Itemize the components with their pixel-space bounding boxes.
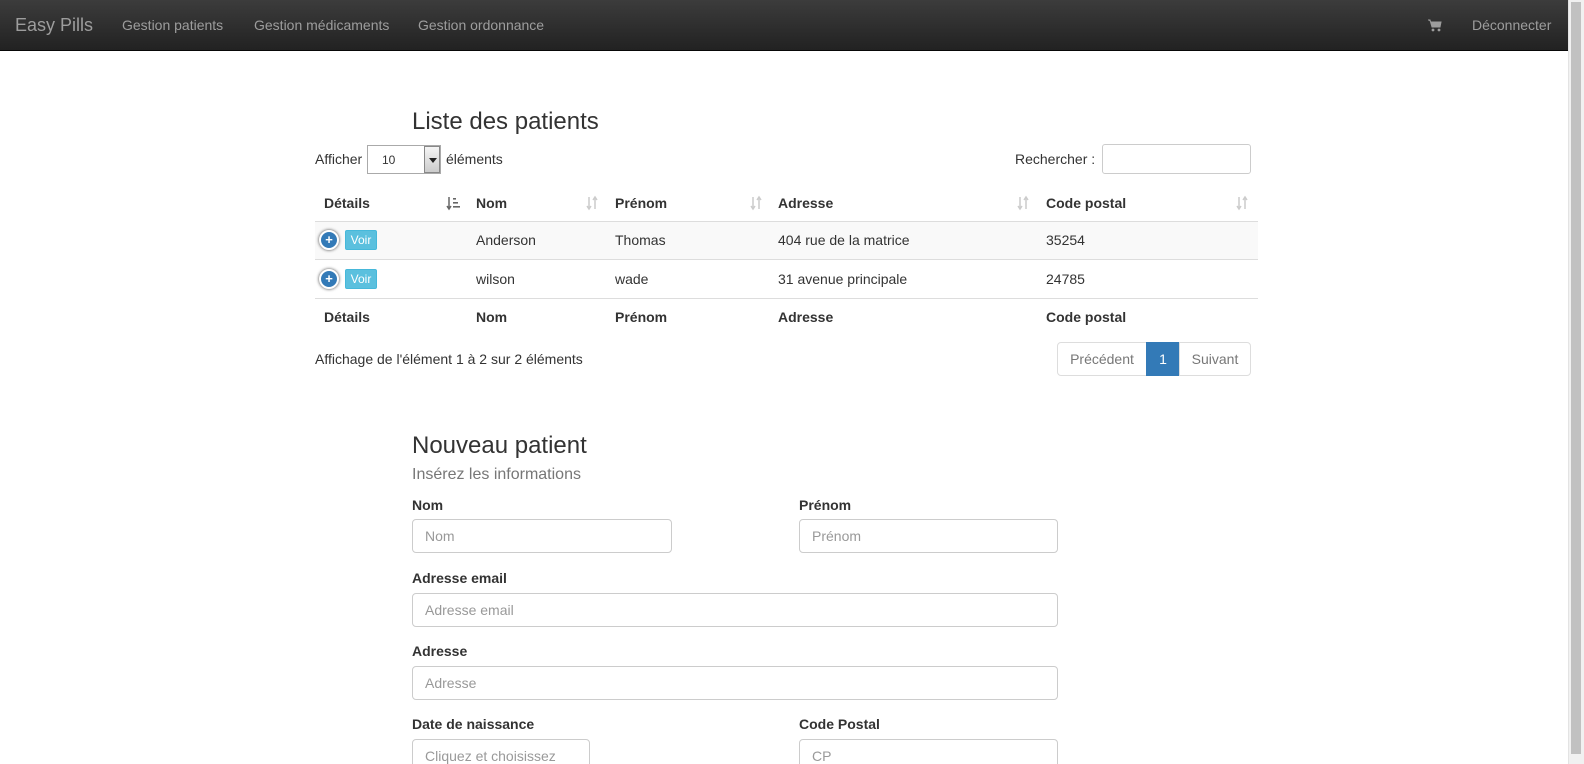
- column-footer-prenom: Prénom: [615, 309, 668, 325]
- date-naissance-label: Date de naissance: [412, 716, 535, 732]
- expand-row-plus-icon[interactable]: +: [319, 230, 339, 250]
- nom-field[interactable]: [412, 519, 672, 553]
- view-patient-button[interactable]: Voir: [345, 269, 377, 289]
- column-footer-nom: Nom: [476, 309, 508, 325]
- row-divider: [315, 298, 1258, 299]
- patients-list-title: Liste des patients: [412, 108, 599, 135]
- prenom-field[interactable]: [799, 519, 1058, 553]
- cell-code-postal: 35254: [1046, 232, 1085, 248]
- code-postal-label: Code Postal: [799, 716, 880, 732]
- column-footer-details: Détails: [324, 309, 370, 325]
- column-footer-code-postal: Code postal: [1046, 309, 1127, 325]
- sort-icon[interactable]: [585, 195, 599, 211]
- pagination-page-button[interactable]: 1: [1146, 342, 1180, 376]
- sort-icon[interactable]: [749, 195, 763, 211]
- column-header-nom[interactable]: Nom: [476, 195, 507, 211]
- email-label: Adresse email: [412, 570, 507, 586]
- pagination-next-button[interactable]: Suivant: [1179, 342, 1251, 376]
- column-header-code-postal[interactable]: Code postal: [1046, 195, 1126, 211]
- expand-row-plus-icon[interactable]: +: [319, 269, 339, 289]
- cell-nom: wilson: [476, 271, 515, 287]
- cell-adresse: 404 rue de la matrice: [778, 232, 910, 248]
- adresse-label: Adresse: [412, 643, 468, 659]
- sort-icon[interactable]: [1235, 195, 1249, 211]
- search-input[interactable]: [1102, 144, 1251, 174]
- nav-gestion-medicaments[interactable]: Gestion médicaments: [254, 17, 389, 33]
- shopping-cart-icon[interactable]: [1427, 17, 1443, 33]
- cell-adresse: 31 avenue principale: [778, 271, 908, 287]
- cell-prenom: wade: [615, 271, 649, 287]
- date-naissance-field[interactable]: [412, 739, 590, 764]
- cell-nom: Anderson: [476, 232, 536, 248]
- column-header-adresse[interactable]: Adresse: [778, 195, 833, 211]
- chevron-down-icon[interactable]: [424, 146, 440, 173]
- view-patient-button[interactable]: Voir: [345, 230, 377, 250]
- prenom-label: Prénom: [799, 497, 852, 513]
- scrollbar-thumb[interactable]: [1571, 2, 1581, 754]
- column-header-details[interactable]: Détails: [324, 195, 370, 211]
- new-patient-subtitle: Insérez les informations: [412, 466, 581, 483]
- nav-gestion-patients[interactable]: Gestion patients: [122, 17, 223, 33]
- column-header-prenom[interactable]: Prénom: [615, 195, 667, 211]
- row-divider: [315, 259, 1258, 260]
- search-label: Rechercher :: [1015, 151, 1096, 167]
- nav-gestion-ordonnance[interactable]: Gestion ordonnance: [418, 17, 544, 33]
- adresse-field[interactable]: [412, 666, 1058, 700]
- pagination-previous-button[interactable]: Précédent: [1057, 342, 1147, 376]
- navbar: Easy Pills Gestion patients Gestion médi…: [0, 0, 1568, 51]
- cell-code-postal: 24785: [1046, 271, 1085, 287]
- column-footer-adresse: Adresse: [778, 309, 834, 325]
- sort-icon[interactable]: [1016, 195, 1030, 211]
- sort-asc-icon[interactable]: [446, 195, 460, 211]
- nom-label: Nom: [412, 497, 444, 513]
- new-patient-title: Nouveau patient: [412, 432, 587, 459]
- logout-link[interactable]: Déconnecter: [1472, 17, 1551, 33]
- cell-prenom: Thomas: [615, 232, 666, 248]
- show-label: Afficher: [315, 151, 363, 167]
- code-postal-field[interactable]: [799, 739, 1058, 764]
- table-info: Affichage de l'élément 1 à 2 sur 2 éléme…: [315, 351, 583, 367]
- elements-label: éléments: [446, 151, 503, 167]
- email-field[interactable]: [412, 593, 1058, 627]
- brand-logo[interactable]: Easy Pills: [15, 15, 93, 35]
